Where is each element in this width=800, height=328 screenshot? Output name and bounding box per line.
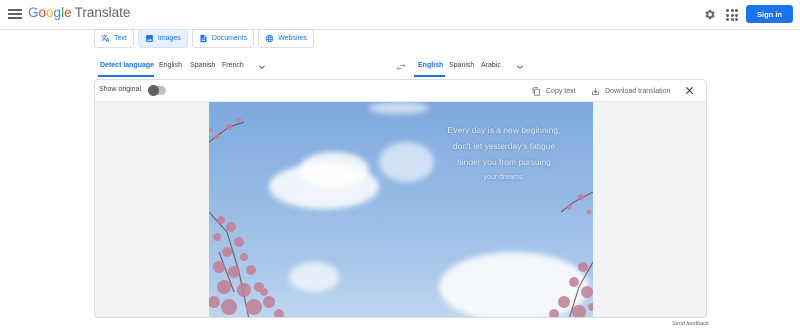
mode-tabs: Text Images Documents Websites bbox=[94, 29, 314, 48]
lang-detect-language[interactable]: Detect language bbox=[100, 62, 154, 69]
image-translation-panel: Show original Copy text Download transla… bbox=[94, 79, 707, 318]
swap-languages-icon[interactable] bbox=[395, 61, 407, 73]
overlay-text-line: your dreams. bbox=[483, 174, 525, 181]
toggle-knob bbox=[148, 85, 159, 96]
target-lang-arabic[interactable]: Arabic bbox=[481, 62, 501, 69]
tab-documents[interactable]: Documents bbox=[191, 29, 255, 48]
panel-toolbar: Show original Copy text Download transla… bbox=[95, 80, 706, 102]
download-translation-button[interactable]: Download translation bbox=[591, 84, 670, 98]
globe-icon bbox=[265, 34, 274, 43]
source-lang-french[interactable]: French bbox=[222, 62, 244, 69]
source-lang-english[interactable]: English bbox=[159, 62, 182, 69]
download-icon bbox=[592, 87, 599, 95]
show-original-toggle[interactable] bbox=[148, 85, 166, 96]
tab-websites[interactable]: Websites bbox=[258, 29, 314, 48]
tab-images[interactable]: Images bbox=[137, 29, 188, 48]
send-feedback-link[interactable]: Send feedback bbox=[672, 321, 709, 327]
overlay-text-line: Every day is a new beginning, bbox=[447, 125, 561, 135]
sign-in-button[interactable]: Sign in bbox=[746, 5, 793, 23]
top-app-bar: Google Translate Sign in bbox=[0, 0, 800, 30]
source-lang-spanish[interactable]: Spanish bbox=[190, 62, 215, 69]
language-bar: Detect language English Spanish French E… bbox=[94, 58, 707, 78]
chevron-down-icon[interactable] bbox=[515, 62, 525, 72]
copy-icon bbox=[532, 86, 540, 96]
image-overlay-text: Every day is a new beginning, don't let … bbox=[439, 122, 569, 186]
overlay-text-line: hinder you from pursuing bbox=[456, 157, 552, 167]
product-name: Translate bbox=[74, 5, 131, 20]
overlay-text-line: don't let yesterday's fatigue bbox=[452, 141, 556, 151]
image-icon bbox=[145, 35, 153, 42]
tab-text[interactable]: Text bbox=[94, 29, 134, 48]
target-active-indicator bbox=[414, 75, 445, 77]
copy-text-button[interactable]: Copy text bbox=[532, 84, 576, 98]
source-active-indicator bbox=[98, 75, 154, 77]
close-icon[interactable] bbox=[684, 85, 695, 96]
menu-icon[interactable] bbox=[8, 7, 22, 21]
target-lang-english[interactable]: English bbox=[418, 62, 443, 69]
target-lang-spanish[interactable]: Spanish bbox=[449, 62, 474, 69]
show-original-label: Show original bbox=[99, 86, 142, 93]
document-icon bbox=[200, 34, 207, 43]
translate-icon bbox=[101, 34, 110, 43]
gear-icon[interactable] bbox=[703, 8, 716, 21]
chevron-down-icon[interactable] bbox=[257, 62, 267, 72]
google-translate-logo[interactable]: Google Translate bbox=[28, 5, 130, 20]
apps-grid-icon[interactable] bbox=[726, 9, 738, 21]
translated-image: Every day is a new beginning, don't let … bbox=[209, 102, 593, 317]
